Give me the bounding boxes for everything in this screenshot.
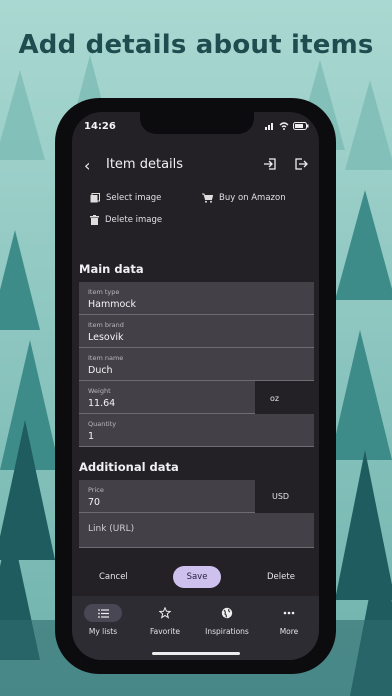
item-brand-field[interactable]: Item brand Lesovik: [79, 315, 314, 348]
select-image-button[interactable]: Select image: [90, 193, 161, 203]
select-image-label: Select image: [106, 193, 162, 203]
page-title: Item details: [106, 157, 184, 172]
nav-pill-favorite: [146, 604, 184, 622]
nav-label-more: More: [279, 627, 299, 636]
item-brand-label: Item brand: [88, 321, 124, 329]
link-field[interactable]: Link (URL): [79, 513, 314, 548]
image-icon: [90, 193, 100, 203]
quantity-label: Quantity: [88, 420, 117, 428]
item-type-label: Item type: [88, 288, 120, 296]
status-time: 14:26: [84, 121, 116, 132]
price-value: 70: [88, 497, 101, 508]
login-icon[interactable]: [263, 157, 277, 171]
save-button[interactable]: Save: [173, 566, 221, 588]
quantity-field[interactable]: Quantity 1: [79, 414, 314, 447]
delete-image-button[interactable]: Delete image: [90, 215, 162, 225]
globe-icon: [221, 607, 233, 619]
nav-active-pill: [84, 604, 122, 622]
price-label: Price: [88, 486, 104, 494]
form-actions: Cancel Save Delete: [72, 562, 319, 596]
list-icon: [97, 608, 109, 618]
home-indicator[interactable]: [152, 652, 240, 655]
price-field[interactable]: Price 70: [79, 480, 255, 513]
nav-label-favorite: Favorite: [150, 627, 180, 636]
app-screen: 14:26 ‹ Item details Select image Buy on…: [72, 112, 319, 660]
price-unit[interactable]: USD: [272, 492, 289, 501]
weight-unit[interactable]: oz: [270, 394, 279, 403]
nav-item-favorite[interactable]: Favorite: [135, 604, 195, 636]
top-app-bar: ‹ Item details: [72, 154, 319, 178]
weight-field[interactable]: Weight 11.64: [79, 381, 255, 414]
nav-pill-more: [270, 604, 308, 622]
nav-label-my-lists: My lists: [88, 627, 118, 636]
delete-image-label: Delete image: [105, 215, 163, 225]
delete-button[interactable]: Delete: [267, 572, 295, 582]
star-icon: [159, 607, 171, 619]
signal-icon: [265, 123, 273, 130]
phone-frame: 14:26 ‹ Item details Select image Buy on…: [55, 98, 336, 674]
item-brand-value: Lesovik: [88, 332, 124, 343]
link-placeholder: Link (URL): [88, 524, 135, 534]
buy-on-amazon-button[interactable]: Buy on Amazon: [202, 193, 286, 203]
buy-on-amazon-label: Buy on Amazon: [219, 193, 286, 203]
item-name-label: Item name: [88, 354, 124, 362]
weight-label: Weight: [88, 387, 111, 395]
nav-item-more[interactable]: More: [259, 604, 319, 636]
item-name-value: Duch: [88, 365, 113, 376]
headline: Add details about items: [18, 30, 374, 60]
item-name-field[interactable]: Item name Duch: [79, 348, 314, 381]
more-icon: [283, 611, 295, 615]
status-icons: [265, 122, 309, 130]
nav-item-inspirations[interactable]: Inspirations: [197, 604, 257, 636]
wifi-icon: [279, 122, 289, 130]
bottom-navigation: My lists Favorite Inspirations More: [72, 596, 319, 660]
item-type-value: Hammock: [88, 299, 137, 310]
notch: [140, 112, 254, 134]
nav-label-inspirations: Inspirations: [205, 627, 249, 636]
section-title-main: Main data: [79, 262, 144, 276]
back-icon[interactable]: ‹: [84, 156, 90, 175]
nav-pill-inspirations: [208, 604, 246, 622]
nav-item-my-lists[interactable]: My lists: [73, 604, 133, 636]
item-type-field[interactable]: Item type Hammock: [79, 282, 314, 315]
weight-value: 11.64: [88, 398, 116, 409]
section-title-additional: Additional data: [79, 460, 179, 474]
cancel-button[interactable]: Cancel: [99, 572, 128, 582]
quantity-value: 1: [88, 431, 95, 442]
logout-icon[interactable]: [294, 157, 308, 171]
cart-icon: [202, 193, 213, 203]
trash-icon: [90, 215, 99, 225]
battery-icon: [293, 122, 309, 130]
